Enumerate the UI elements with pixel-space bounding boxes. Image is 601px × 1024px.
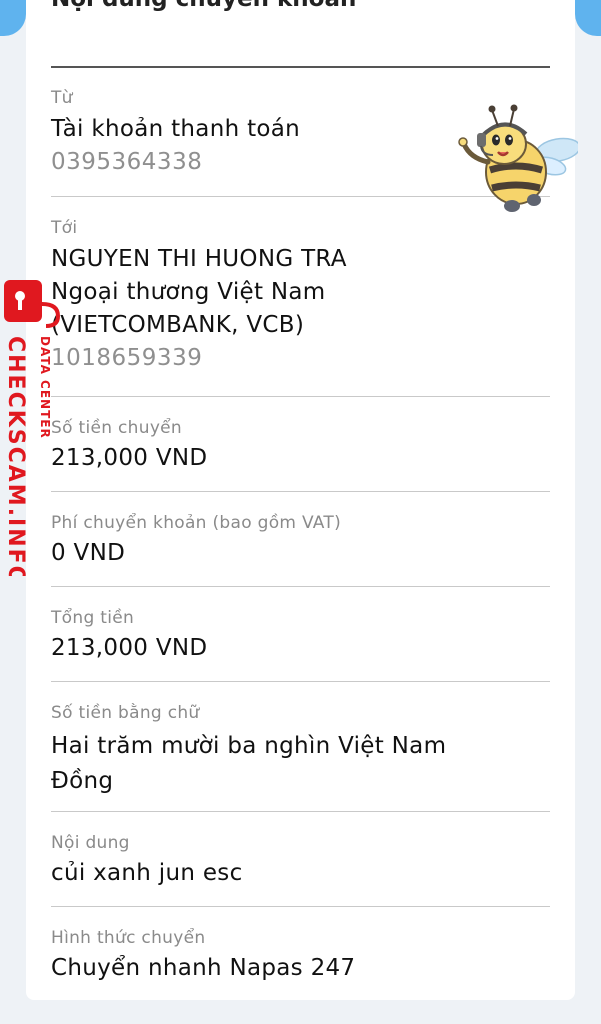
card-title: Nội dung chuyển khoản: [51, 0, 356, 12]
recipient-bank-name: Ngoại thương Việt Nam: [51, 279, 326, 305]
watermark-site-text: CHECKSCAM.INFO: [3, 336, 28, 586]
recipient-name: NGUYEN THI HUONG TRA: [51, 246, 347, 272]
header-background-right: [575, 0, 601, 36]
amount-words-label: Số tiền bằng chữ: [51, 703, 200, 723]
to-section: Tới NGUYEN THI HUONG TRA Ngoại thương Vi…: [51, 216, 550, 375]
watermark-tagline-text: DATA CENTER: [38, 336, 52, 439]
title-divider: [51, 66, 550, 68]
divider: [51, 586, 550, 587]
watermark: CHECKSCAM.INFO DATA CENTER: [0, 276, 61, 586]
fee-label: Phí chuyển khoản (bao gồm VAT): [51, 513, 342, 533]
watermark-site-label: CHECKSCAM.INFO: [3, 336, 28, 576]
divider: [51, 811, 550, 812]
method-value: Chuyển nhanh Napas 247: [51, 955, 356, 981]
divider: [51, 396, 550, 397]
amount-section: Số tiền chuyển 213,000 VND: [51, 416, 550, 475]
bee-mascot-icon: [458, 104, 578, 212]
transfer-details-screen: Nội dung chuyển khoản Từ Tài khoản thanh…: [0, 0, 601, 1024]
content-section: Nội dung củi xanh jun esc: [51, 831, 550, 890]
amount-label: Số tiền chuyển: [51, 418, 183, 438]
recipient-bank-code: (VIETCOMBANK, VCB): [51, 312, 305, 338]
amount-value: 213,000 VND: [51, 445, 208, 471]
total-label: Tổng tiền: [51, 608, 135, 628]
fee-section: Phí chuyển khoản (bao gồm VAT) 0 VND: [51, 511, 550, 570]
header-background-left: [0, 0, 26, 36]
fee-value: 0 VND: [51, 540, 126, 566]
recipient-account-number: 1018659339: [51, 345, 203, 371]
watermark-graphic: CHECKSCAM.INFO DATA CENTER: [3, 280, 61, 586]
total-value: 213,000 VND: [51, 635, 208, 661]
amount-words-line2: Đồng: [51, 768, 114, 794]
content-label: Nội dung: [51, 833, 130, 853]
divider: [51, 906, 550, 907]
total-section: Tổng tiền 213,000 VND: [51, 606, 550, 665]
amount-words-line1: Hai trăm mười ba nghìn Việt Nam: [51, 733, 447, 759]
watermark-tagline-label: DATA CENTER: [38, 336, 52, 439]
method-section: Hình thức chuyển Chuyển nhanh Napas 247: [51, 926, 550, 985]
divider: [51, 681, 550, 682]
method-label: Hình thức chuyển: [51, 928, 206, 948]
divider: [51, 491, 550, 492]
content-value: củi xanh jun esc: [51, 860, 243, 886]
amount-words-section: Số tiền bằng chữ Hai trăm mười ba nghìn …: [51, 701, 550, 799]
